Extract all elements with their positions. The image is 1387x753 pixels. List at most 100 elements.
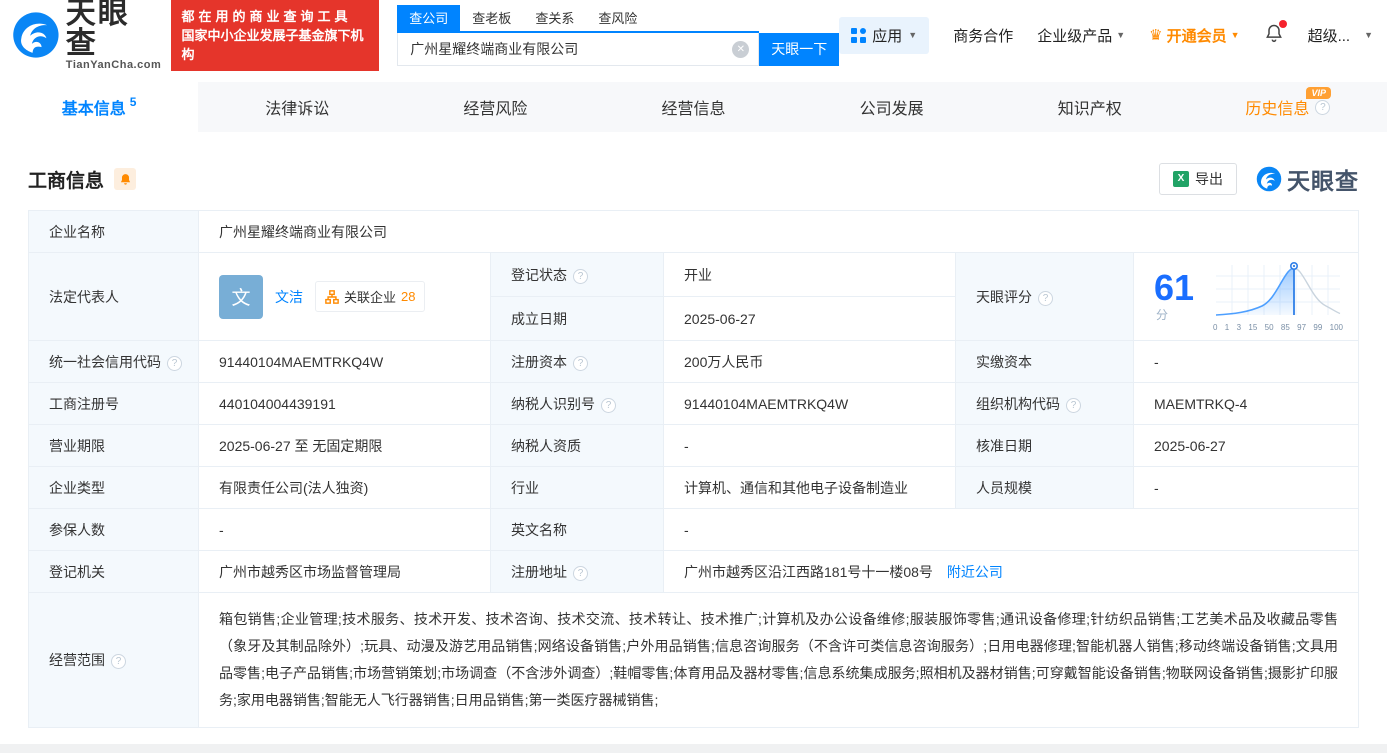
score-axis-ticks: 0 1 3 15 50 85 97 99 100 [1213, 323, 1343, 332]
field-label-reg-capital: 注册资本 [490, 340, 664, 383]
help-icon[interactable] [167, 355, 182, 371]
tab-label: 基本信息 [61, 101, 126, 118]
search-tab-risk[interactable]: 查风险 [586, 5, 649, 31]
nav-business-cooperation[interactable]: 商务合作 [953, 25, 1013, 46]
search-tab-relation[interactable]: 查关系 [523, 5, 586, 31]
field-value-business-scope: 箱包销售;企业管理;技术服务、技术开发、技术咨询、技术交流、技术转让、技术推广;… [198, 592, 1359, 728]
logo-domain: TianYanCha.com [65, 59, 162, 71]
username: 超级... [1307, 27, 1351, 45]
vip-badge: VIP [1306, 87, 1331, 99]
table-row: 营业期限 2025-06-27 至 无固定期限 纳税人资质 - 核准日期 202… [28, 424, 1359, 467]
help-icon[interactable] [573, 355, 588, 371]
clear-icon[interactable]: ✕ [732, 40, 750, 58]
watermark-logo: 天眼查 [1255, 162, 1359, 196]
header: 天眼查 TianYanCha.com 都在用的商业查询工具 国家中小企业发展子基… [0, 0, 1387, 71]
table-row: 登记机关 广州市越秀区市场监督管理局 注册地址 广州市越秀区沿江西路181号十一… [28, 550, 1359, 593]
chevron-down-icon: ▼ [1230, 30, 1240, 40]
field-label-score: 天眼评分 [955, 252, 1134, 341]
legal-rep-link[interactable]: 文洁 [275, 287, 303, 307]
help-icon[interactable] [573, 268, 588, 284]
tianyancha-logo-icon [1256, 166, 1282, 192]
help-icon[interactable] [111, 654, 126, 669]
help-icon[interactable] [573, 565, 588, 581]
watermark-text: 天眼查 [1287, 168, 1359, 194]
related-count: 28 [401, 289, 416, 304]
field-value-staff-size: - [1133, 466, 1359, 509]
tab-intellectual-property[interactable]: 知识产权 [991, 82, 1189, 132]
crown-icon: ♛ [1149, 26, 1163, 44]
search-tab-boss[interactable]: 查老板 [460, 5, 523, 31]
notification-bell[interactable] [1264, 20, 1287, 47]
field-label-approval-date: 核准日期 [955, 424, 1134, 467]
tianyancha-logo[interactable]: 天眼查 TianYanCha.com [10, 0, 161, 71]
apps-label: 应用 [872, 27, 903, 45]
field-value-credit-code: 91440104MAEMTRKQ4W [198, 340, 491, 383]
table-row: 法定代表人 文 文洁 关联企业 28 登记状态? 开业 天眼评分? 61分 0 … [28, 252, 1359, 341]
help-icon[interactable] [1315, 99, 1331, 115]
search-tab-company[interactable]: 查公司 [397, 4, 461, 31]
nearby-companies-link[interactable]: 附近公司 [947, 564, 1003, 580]
company-tabs: 基本信息 5 法律诉讼 经营风险 经营信息 公司发展 知识产权 VIP 历史信息 [0, 82, 1387, 132]
field-value-industry: 计算机、通信和其他电子设备制造业 [663, 466, 956, 509]
field-value-paid-capital: - [1133, 340, 1359, 383]
nav-open-vip[interactable]: ♛ 开通会员 ▼ [1149, 25, 1239, 46]
field-value-business-term: 2025-06-27 至 无固定期限 [198, 424, 491, 467]
field-label-reg-address: 注册地址 [490, 550, 664, 593]
user-menu[interactable]: 超级... ▼ [1308, 25, 1373, 46]
apps-grid-icon [851, 27, 867, 43]
field-label-org-code: 组织机构代码 [955, 382, 1134, 425]
apps-menu[interactable]: 应用 ▼ [839, 16, 930, 54]
help-icon[interactable] [601, 397, 616, 413]
field-label-paid-capital: 实缴资本 [955, 340, 1134, 383]
tab-basic-info[interactable]: 基本信息 5 [0, 82, 199, 132]
open-vip-label: 开通会员 [1166, 27, 1227, 45]
export-button[interactable]: X 导出 [1159, 163, 1237, 195]
field-label-reg-authority: 登记机关 [28, 550, 199, 593]
field-label-credit-code: 统一社会信用代码 [28, 340, 199, 383]
field-label-staff-size: 人员规模 [955, 466, 1134, 509]
tab-operation-risk[interactable]: 经营风险 [396, 82, 594, 132]
field-value-taxpayer-quality: - [663, 424, 956, 467]
avatar[interactable]: 文 [219, 274, 263, 319]
help-icon[interactable] [1038, 290, 1053, 306]
field-value-taxpayer-id: 91440104MAEMTRKQ4W [663, 382, 956, 425]
page: { "header": { "logo": { "text": "天眼查", "… [0, 0, 1387, 753]
field-value-reg-capital: 200万人民币 [663, 340, 956, 383]
table-row: 企业类型 有限责任公司(法人独资) 行业 计算机、通信和其他电子设备制造业 人员… [28, 466, 1359, 509]
field-value-english-name: - [663, 508, 1359, 551]
score-value-block: 61分 [1154, 270, 1202, 323]
related-companies-badge[interactable]: 关联企业 28 [315, 281, 426, 312]
slogan-line1: 都在用的商业查询工具 [181, 8, 352, 24]
tab-company-development[interactable]: 公司发展 [793, 82, 991, 132]
search-input[interactable] [397, 32, 760, 66]
field-label-reg-number: 工商注册号 [28, 382, 199, 425]
score-value: 61 [1154, 267, 1195, 308]
field-label-company-type: 企业类型 [28, 466, 199, 509]
field-value-reg-number: 440104004439191 [198, 382, 491, 425]
subscribe-bell-button[interactable] [114, 168, 137, 190]
table-row: 工商注册号 440104004439191 纳税人识别号 91440104MAE… [28, 382, 1359, 425]
tab-operation-info[interactable]: 经营信息 [594, 82, 792, 132]
field-label-english-name: 英文名称 [490, 508, 664, 551]
notification-dot [1278, 20, 1287, 28]
search-button[interactable]: 天眼一下 [759, 32, 840, 66]
field-value-establish-date: 2025-06-27 [663, 296, 956, 341]
nav-enterprise-products[interactable]: 企业级产品 ▼ [1037, 25, 1125, 46]
field-label-insured-count: 参保人数 [28, 508, 199, 551]
brand-slogan: 都在用的商业查询工具 国家中小企业发展子基金旗下机构 [171, 0, 380, 71]
logo-text: 天眼查 [65, 0, 130, 60]
field-value-legal-rep: 文 文洁 关联企业 28 [198, 252, 491, 341]
help-icon[interactable] [1066, 397, 1081, 413]
slogan-line2: 国家中小企业发展子基金旗下机构 [181, 27, 364, 62]
business-info-table: 企业名称 广州星耀终端商业有限公司 法定代表人 文 文洁 关联企业 28 登记状… [28, 210, 1359, 728]
tab-legal-litigation[interactable]: 法律诉讼 [198, 82, 396, 132]
tab-history-info[interactable]: VIP 历史信息 [1189, 82, 1387, 132]
field-label-taxpayer-id: 纳税人识别号 [490, 382, 664, 425]
field-value-reg-status: 开业 [663, 252, 956, 297]
top-nav: 应用 ▼ 商务合作 企业级产品 ▼ ♛ 开通会员 ▼ 超级... ▼ [839, 16, 1373, 54]
chevron-down-icon: ▼ [908, 30, 918, 40]
search-tabs: 查公司 查老板 查关系 查风险 [397, 4, 760, 33]
field-label-legal-rep: 法定代表人 [28, 252, 199, 341]
score-cell: 61分 0 1 3 15 50 85 97 99 100 [1133, 252, 1359, 341]
enterprise-label: 企业级产品 [1037, 27, 1113, 45]
